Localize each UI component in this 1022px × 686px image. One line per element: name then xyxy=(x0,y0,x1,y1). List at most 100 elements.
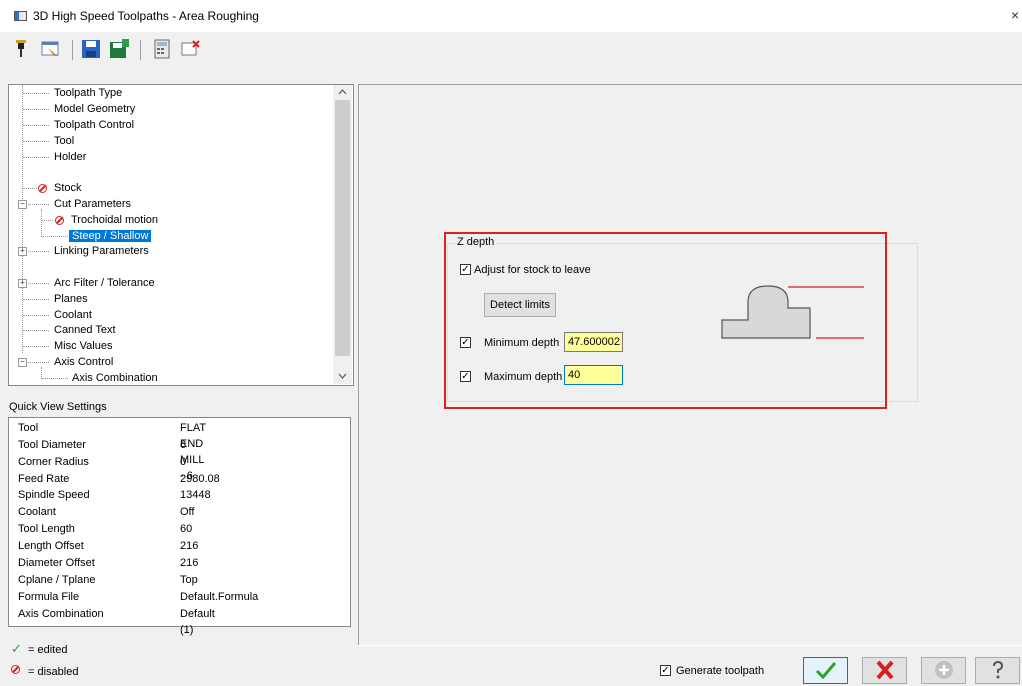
tree-item-axis-combination[interactable]: Axis Combination xyxy=(72,371,158,385)
row-key: Diameter Offset xyxy=(18,557,95,569)
panel-border xyxy=(358,645,1022,646)
row-key: Cplane / Tplane xyxy=(18,574,96,586)
quick-view-table: Tool FLAT END MILL - 6 Tool Diameter 6 Cor… xyxy=(8,417,351,636)
row-key: Corner Radius xyxy=(18,456,89,468)
app-icon xyxy=(14,11,27,21)
table-row: Coolant Off xyxy=(18,504,194,520)
table-row: Spindle Speed 13448 xyxy=(18,487,211,503)
tree-item-cut-parameters[interactable]: Cut Parameters xyxy=(54,197,131,212)
tree-connector xyxy=(42,378,68,379)
row-value: Off xyxy=(180,506,195,518)
add-button[interactable] xyxy=(921,657,966,684)
window-title: 3D High Speed Toolpaths - Area Roughing xyxy=(33,9,259,23)
save-all-icon[interactable] xyxy=(108,38,130,60)
clear-icon[interactable] xyxy=(179,38,201,60)
scroll-down-icon[interactable] xyxy=(336,370,349,382)
legend-edited-label: = edited xyxy=(28,644,68,656)
row-value: 216 xyxy=(180,557,199,569)
table-row: Formula File Default.Formula xyxy=(18,589,258,605)
tool-pin-icon[interactable] xyxy=(10,38,32,60)
ok-button[interactable] xyxy=(803,657,848,684)
help-icon xyxy=(992,660,1003,679)
tree-item-stock[interactable]: Stock xyxy=(54,181,82,196)
checkmark-icon xyxy=(815,662,836,680)
tree-connector xyxy=(23,93,49,94)
tree-connector xyxy=(23,109,49,110)
tree-connector xyxy=(23,188,37,189)
panel-border xyxy=(358,84,1022,85)
tree-item-linking-parameters[interactable]: Linking Parameters xyxy=(54,244,149,259)
panel-border xyxy=(358,84,359,646)
row-key: Axis Combination xyxy=(18,608,104,620)
row-value: Default.Formula xyxy=(180,591,259,603)
tree-connector xyxy=(23,346,49,347)
tree-connector xyxy=(42,220,53,221)
disabled-icon xyxy=(38,184,47,193)
table-row: Tool FLAT END MILL - 6 xyxy=(18,420,206,482)
row-value: 13448 xyxy=(180,489,211,501)
tree-item-misc-values[interactable]: Misc Values xyxy=(54,339,112,354)
edited-check-icon: ✓ xyxy=(11,641,22,656)
disabled-icon xyxy=(55,216,64,225)
table-row: Corner Radius 0 xyxy=(18,454,186,470)
scroll-up-icon[interactable] xyxy=(336,86,349,98)
row-value: 0 xyxy=(180,456,187,468)
tree-connector xyxy=(28,251,49,252)
tree-item-planes[interactable]: Planes xyxy=(54,292,88,307)
tree-item-trochoidal-motion[interactable]: Trochoidal motion xyxy=(71,213,158,228)
tree-item-model-geometry[interactable]: Model Geometry xyxy=(54,102,135,117)
generate-toolpath-label: Generate toolpath xyxy=(676,665,765,677)
row-value: 2980.08 xyxy=(180,473,220,485)
expand-icon[interactable]: + xyxy=(18,279,27,288)
selected-item-label: Steep / Shallow xyxy=(69,230,152,242)
row-value: Top xyxy=(180,574,198,586)
row-key: Tool xyxy=(18,422,39,434)
row-value: 216 xyxy=(180,540,199,552)
generate-toolpath-checkbox[interactable]: ✓ xyxy=(660,665,671,676)
tree-connector xyxy=(41,209,42,237)
help-button[interactable] xyxy=(975,657,1020,684)
highlight-box xyxy=(444,232,887,409)
tree-connector xyxy=(23,141,49,142)
row-key: Tool Length xyxy=(18,523,75,535)
tree-scroll-thumb[interactable] xyxy=(335,100,350,356)
calculator-icon[interactable] xyxy=(151,38,173,60)
legend-disabled-label: = disabled xyxy=(28,666,79,678)
plus-icon xyxy=(934,661,953,679)
collapse-icon[interactable]: − xyxy=(18,358,27,367)
tree-item-tool[interactable]: Tool xyxy=(54,134,74,149)
toolbar-separator xyxy=(140,40,141,60)
view-sheet-icon[interactable] xyxy=(40,38,62,60)
tree-item-steep-shallow[interactable]: Steep / Shallow xyxy=(69,229,152,244)
row-key: Length Offset xyxy=(18,540,84,552)
tree-connector xyxy=(23,157,49,158)
collapse-icon[interactable]: − xyxy=(18,200,27,209)
cancel-x-icon xyxy=(875,660,894,680)
tree-item-holder[interactable]: Holder xyxy=(54,150,86,165)
parameter-tree[interactable]: Toolpath Type Model Geometry Toolpath Co… xyxy=(8,84,354,386)
tree-connector xyxy=(42,236,68,237)
tree-item-toolpath-control[interactable]: Toolpath Control xyxy=(54,118,134,133)
row-value: Default (1) xyxy=(180,608,215,636)
save-icon[interactable] xyxy=(80,38,102,60)
expand-icon[interactable]: + xyxy=(18,247,27,256)
row-value: 6 xyxy=(180,439,187,451)
tree-item-coolant[interactable]: Coolant xyxy=(54,308,92,323)
tree-item-arc-filter[interactable]: Arc Filter / Tolerance xyxy=(54,276,155,291)
row-key: Formula File xyxy=(18,591,80,603)
table-row: Feed Rate 2980.08 xyxy=(18,471,220,487)
tree-connector xyxy=(23,299,49,300)
tree-item-canned-text[interactable]: Canned Text xyxy=(54,323,116,338)
tree-connector xyxy=(23,315,49,316)
close-icon[interactable]: × xyxy=(1011,7,1019,23)
tree-connector xyxy=(28,204,49,205)
table-row: Diameter Offset 216 xyxy=(18,555,198,571)
row-key: Coolant xyxy=(18,506,56,518)
table-row: Axis Combination Default (1) xyxy=(18,606,215,636)
quick-view-label: Quick View Settings xyxy=(9,401,107,413)
tree-connector xyxy=(28,362,49,363)
tree-item-axis-control[interactable]: Axis Control xyxy=(54,355,113,370)
cancel-button[interactable] xyxy=(862,657,907,684)
tree-item-toolpath-type[interactable]: Toolpath Type xyxy=(54,86,122,101)
table-row: Length Offset 216 xyxy=(18,538,198,554)
